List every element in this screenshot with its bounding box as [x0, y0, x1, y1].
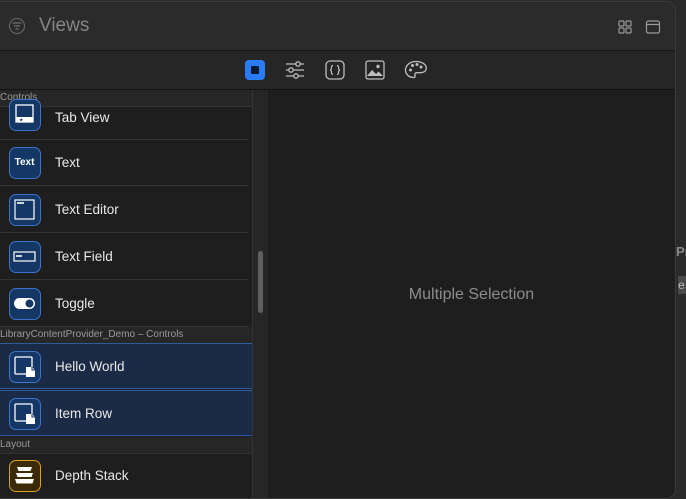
- sliders-icon: [286, 61, 304, 79]
- multiple-selection-label: Multiple Selection: [408, 286, 535, 303]
- library-window: Views Controls ★ Tab View Text Text Text…: [0, 1, 676, 499]
- toggle-icon: [9, 288, 41, 320]
- custom-view-icon: [9, 351, 41, 383]
- section-header-custom: LibraryContentProvider_Demo – Controls: [0, 327, 252, 344]
- background-window-fragment-box: e: [678, 276, 686, 294]
- background-window-fragment: Pr: [676, 244, 686, 259]
- tab-view-icon: ★: [9, 99, 41, 131]
- detail-pane: Multiple Selection: [268, 90, 675, 498]
- list-item-tab-view[interactable]: ★ Tab View: [0, 93, 248, 140]
- list-item-depth-stack[interactable]: Depth Stack: [0, 453, 248, 498]
- grid-view-icon[interactable]: [617, 19, 633, 35]
- tab-views[interactable]: [245, 60, 265, 80]
- text-icon-label: Text: [14, 157, 35, 168]
- tab-media[interactable]: [365, 60, 385, 80]
- list-item-label: Tab View: [55, 110, 110, 125]
- list-item-label: Depth Stack: [55, 468, 129, 483]
- list-item-text-field[interactable]: Text Field: [0, 234, 248, 280]
- list-item-label: Hello World: [55, 359, 125, 374]
- title-bar: Views: [0, 2, 675, 51]
- list-item-text[interactable]: Text Text: [0, 140, 248, 186]
- list-item-label: Text: [55, 155, 80, 170]
- list-item-label: Toggle: [55, 296, 95, 311]
- svg-text:★: ★: [19, 118, 24, 124]
- text-field-icon: [9, 241, 41, 273]
- list-item-text-editor[interactable]: Text Editor: [0, 187, 248, 233]
- list-item-hello-world[interactable]: Hello World: [0, 343, 252, 389]
- tab-snippets[interactable]: [325, 60, 345, 80]
- custom-view-icon: [9, 398, 41, 430]
- filter-circle-icon[interactable]: [9, 18, 25, 34]
- text-editor-icon: [9, 194, 41, 226]
- window-title: Views: [39, 15, 90, 36]
- list-item-label: Text Editor: [55, 202, 119, 217]
- tab-modifiers[interactable]: [285, 60, 305, 80]
- library-tab-bar: [0, 51, 675, 90]
- scrollbar-thumb[interactable]: [258, 251, 263, 313]
- braces-icon: [325, 60, 345, 80]
- depth-stack-icon: [9, 460, 41, 492]
- section-header-layout: Layout: [0, 437, 252, 454]
- list-item-item-row[interactable]: Item Row: [0, 390, 252, 436]
- library-item-list[interactable]: Controls ★ Tab View Text Text Text Edito…: [0, 90, 252, 498]
- square-stop-icon: [245, 60, 265, 80]
- list-item-label: Item Row: [55, 406, 113, 421]
- list-item-label: Text Field: [55, 249, 113, 264]
- palette-icon: [404, 60, 427, 79]
- split-view-divider[interactable]: [252, 90, 269, 498]
- text-icon: Text: [9, 147, 41, 179]
- photo-icon: [365, 60, 385, 80]
- panel-toggle-icon[interactable]: [645, 19, 661, 35]
- tab-colors[interactable]: [404, 60, 428, 80]
- list-item-toggle[interactable]: Toggle: [0, 281, 248, 327]
